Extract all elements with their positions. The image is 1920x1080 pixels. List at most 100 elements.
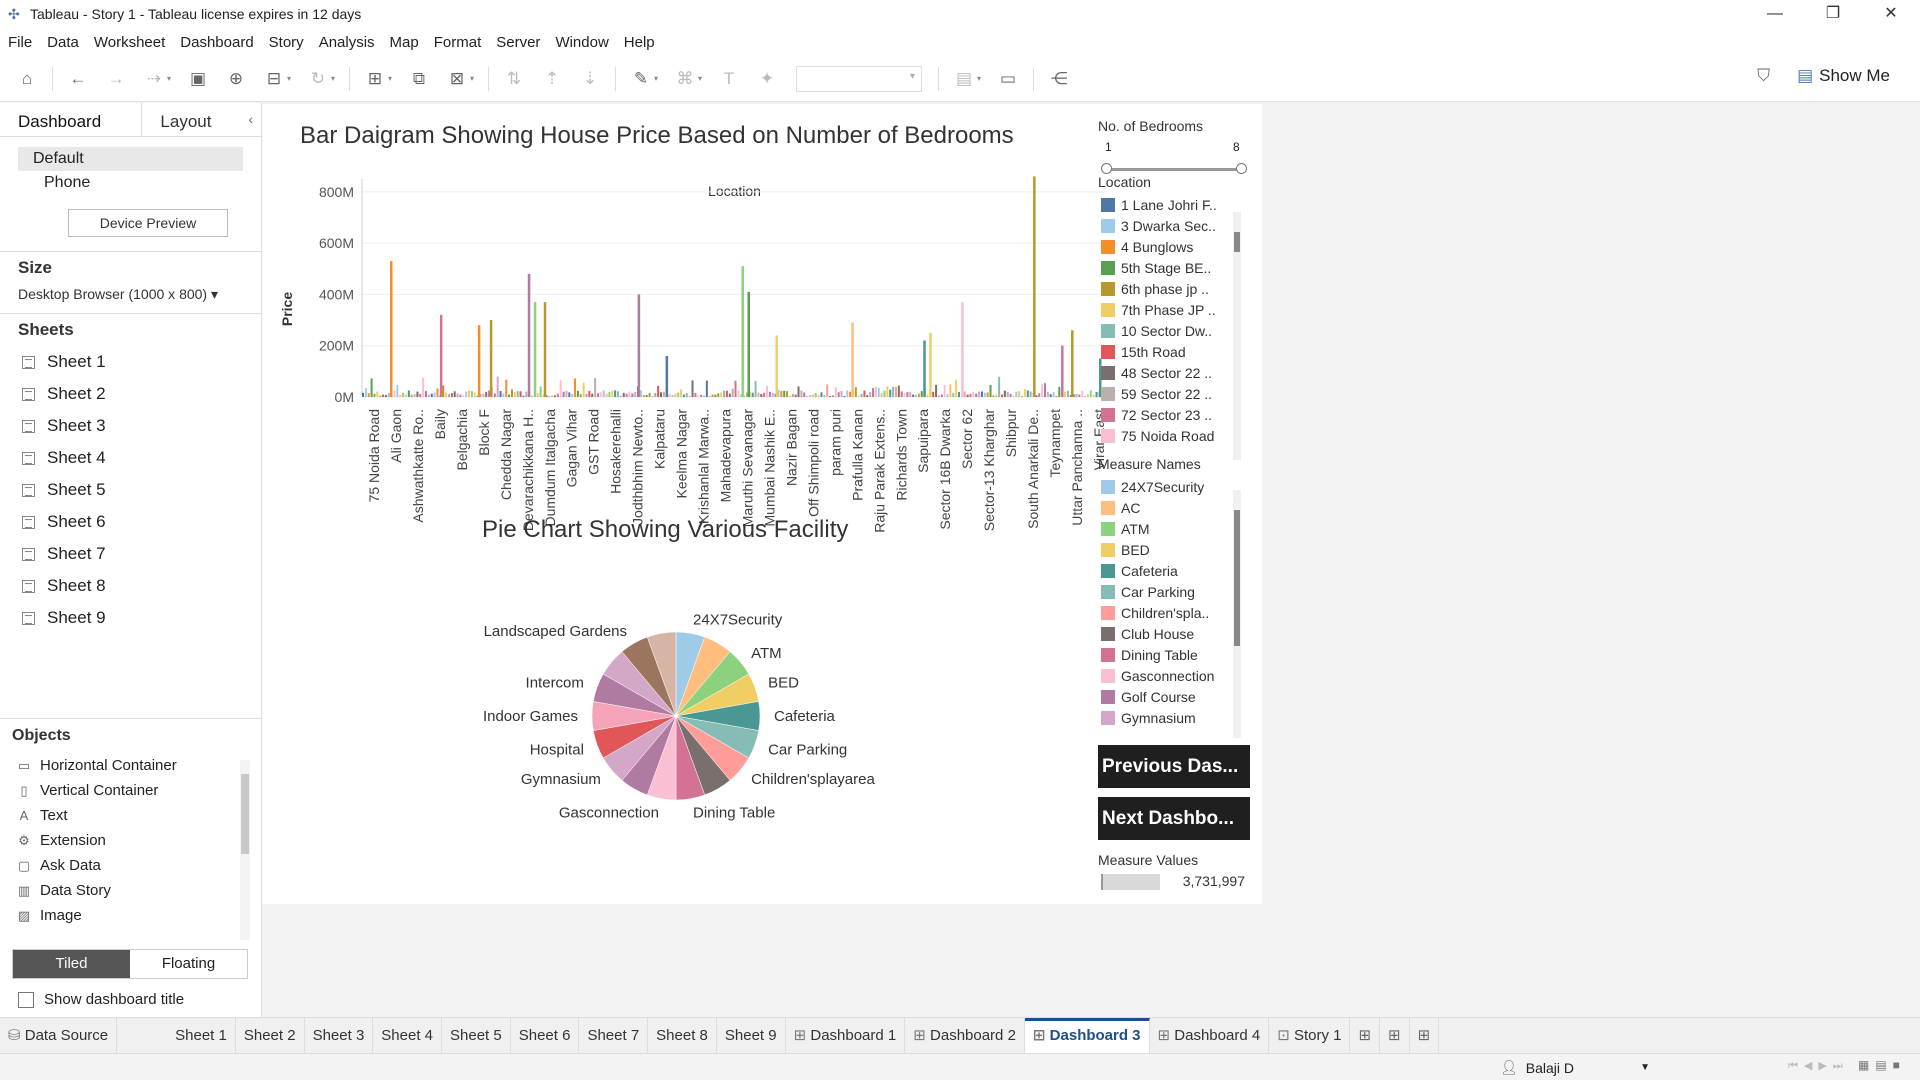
bar[interactable]	[489, 320, 493, 397]
bar[interactable]	[459, 394, 462, 397]
bar[interactable]	[826, 384, 829, 397]
object-text[interactable]: A Text	[0, 803, 262, 828]
bar[interactable]	[952, 392, 955, 397]
bar[interactable]	[860, 393, 863, 397]
bar[interactable]	[851, 322, 854, 397]
new-datasource-icon[interactable]: ⊕	[223, 66, 249, 92]
bar[interactable]	[508, 394, 511, 397]
bar[interactable]	[657, 385, 660, 397]
bar[interactable]	[364, 388, 367, 397]
tab-sheet-6[interactable]: Sheet 6	[511, 1017, 580, 1054]
previous-dashboard-button[interactable]: Previous Das...	[1098, 745, 1250, 788]
bar[interactable]	[648, 392, 651, 397]
bar[interactable]	[565, 390, 568, 397]
bar[interactable]	[986, 392, 989, 397]
bar[interactable]	[1029, 391, 1032, 397]
bar[interactable]	[608, 392, 611, 397]
chevron-down-icon[interactable]: ▾	[331, 74, 339, 83]
bar[interactable]	[963, 391, 966, 397]
bar[interactable]	[482, 393, 485, 397]
bar[interactable]	[1049, 394, 1052, 397]
replay-icon[interactable]: ⇢	[141, 66, 167, 92]
close-button[interactable]: ✕	[1862, 0, 1920, 28]
bar[interactable]	[814, 393, 817, 397]
sheet-item[interactable]: Sheet 7	[0, 538, 261, 570]
bar[interactable]	[1023, 389, 1026, 397]
bar[interactable]	[456, 393, 459, 397]
bar[interactable]	[453, 391, 456, 397]
bar[interactable]	[915, 394, 918, 397]
bar[interactable]	[691, 380, 694, 397]
undo-icon[interactable]: ←	[65, 66, 91, 92]
object-image[interactable]: ▨ Image	[0, 903, 262, 928]
bar[interactable]	[637, 294, 641, 397]
bar[interactable]	[1078, 394, 1081, 397]
bar[interactable]	[711, 394, 714, 397]
bar[interactable]	[708, 395, 711, 397]
bar[interactable]	[382, 394, 385, 397]
share-icon[interactable]: ⋲	[1046, 66, 1072, 92]
bar[interactable]	[863, 390, 866, 397]
bar[interactable]	[883, 390, 886, 397]
bar[interactable]	[639, 390, 642, 397]
bar[interactable]	[741, 266, 744, 397]
bar[interactable]	[897, 385, 900, 397]
menu-map[interactable]: Map	[390, 34, 419, 51]
tab-sheet-2[interactable]: Sheet 2	[236, 1017, 305, 1054]
bar[interactable]	[1015, 391, 1018, 397]
tab-sheet-7[interactable]: Sheet 7	[579, 1017, 649, 1054]
bar[interactable]	[783, 390, 786, 397]
bar[interactable]	[522, 395, 525, 397]
bar[interactable]	[768, 391, 771, 397]
bar[interactable]	[1043, 383, 1046, 397]
bar[interactable]	[961, 302, 964, 397]
tab-sheet-8[interactable]: Sheet 8	[648, 1017, 717, 1054]
bar[interactable]	[1061, 345, 1064, 397]
bar[interactable]	[1003, 390, 1006, 397]
collapse-panel-icon[interactable]: ‹	[240, 103, 261, 136]
bar[interactable]	[966, 394, 969, 397]
bar[interactable]	[757, 392, 760, 397]
bar[interactable]	[923, 340, 926, 397]
bar[interactable]	[734, 380, 737, 397]
highlight-icon[interactable]: ✎	[628, 66, 654, 92]
bar[interactable]	[820, 392, 823, 397]
bar[interactable]	[700, 394, 703, 397]
bar[interactable]	[978, 391, 981, 397]
bar[interactable]	[831, 395, 834, 397]
bar[interactable]	[531, 395, 534, 397]
checkbox-icon[interactable]	[18, 991, 34, 1008]
bar[interactable]	[1018, 391, 1021, 397]
bar[interactable]	[525, 391, 528, 397]
bar[interactable]	[975, 393, 978, 397]
tab-sheet-1[interactable]: Sheet 1	[167, 1017, 236, 1054]
bar[interactable]	[731, 388, 734, 397]
chevron-down-icon[interactable]: ▾	[654, 74, 662, 83]
bar[interactable]	[794, 394, 797, 397]
tiled-button[interactable]: Tiled	[13, 950, 130, 978]
bar[interactable]	[840, 391, 843, 397]
bar[interactable]	[373, 393, 376, 397]
menu-file[interactable]: File	[8, 34, 32, 51]
bar[interactable]	[602, 390, 605, 397]
bar[interactable]	[846, 390, 849, 397]
pause-updates-icon[interactable]: ⊟	[261, 66, 287, 92]
bar[interactable]	[803, 392, 806, 397]
bar[interactable]	[849, 391, 852, 397]
bar[interactable]	[425, 390, 428, 397]
next-dashboard-button[interactable]: Next Dashbo...	[1098, 797, 1250, 840]
bar[interactable]	[439, 314, 443, 397]
bar[interactable]	[622, 392, 625, 397]
scrollbar-thumb[interactable]	[1234, 232, 1240, 252]
user-menu[interactable]: 👤︎ Balaji D ▼	[1500, 1059, 1650, 1076]
bar[interactable]	[393, 390, 396, 397]
objects-scrollbar[interactable]	[240, 760, 250, 940]
menu-story[interactable]: Story	[269, 34, 304, 51]
bar[interactable]	[754, 380, 757, 397]
bar[interactable]	[1052, 392, 1055, 397]
bar[interactable]	[513, 392, 516, 397]
bar[interactable]	[880, 392, 883, 397]
bar[interactable]	[591, 393, 594, 397]
bar[interactable]	[869, 391, 872, 397]
bar[interactable]	[556, 393, 559, 397]
